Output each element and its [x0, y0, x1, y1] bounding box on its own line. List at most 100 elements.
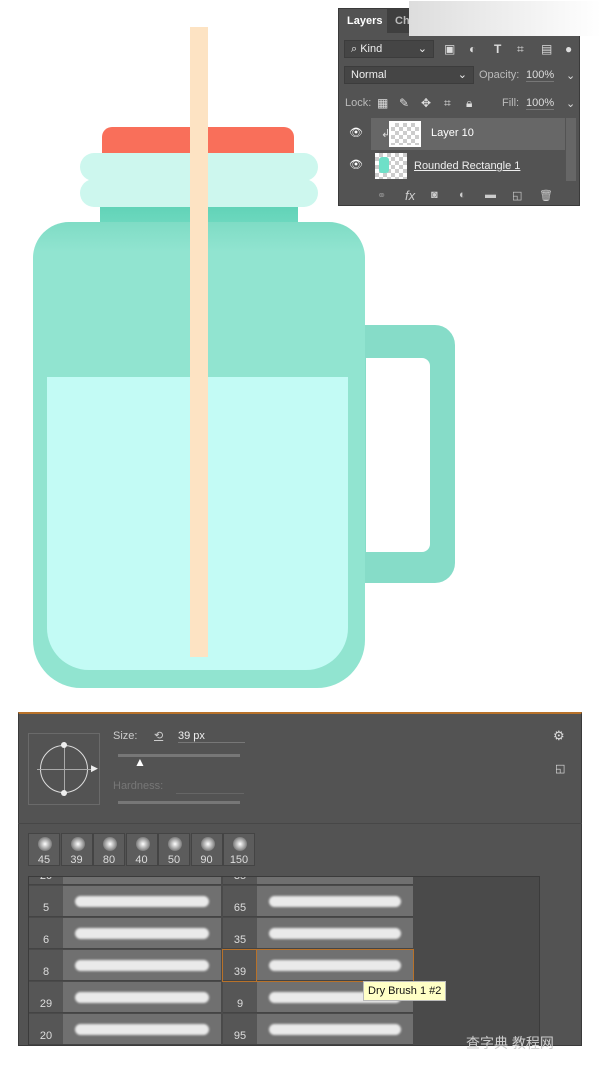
angle-arrow-icon[interactable]: ▶ [91, 763, 98, 774]
brush-preset-item[interactable] [257, 886, 413, 917]
gear-icon[interactable]: ⚙︎ [553, 728, 565, 744]
brush-size: 6 [42, 934, 50, 946]
brush-size-cell[interactable]: 35 [223, 876, 257, 885]
lock-transparent-icon[interactable]: ▦ [377, 96, 388, 110]
layer-row[interactable]: 👁︎ Rounded Rectangle 1 [339, 151, 565, 181]
brush-size: 50 [167, 854, 181, 866]
brush-preset-item[interactable] [256, 949, 414, 982]
visibility-eye-icon[interactable]: 👁︎ [349, 126, 363, 139]
size-slider-thumb[interactable]: ▲ [134, 755, 146, 769]
lock-artboard-icon[interactable]: ⌗ [444, 96, 451, 111]
hardness-slider[interactable] [118, 801, 240, 804]
fill-input[interactable]: 100% [526, 97, 555, 110]
recent-brush-swatch[interactable]: 45 [28, 833, 60, 866]
brush-size-cell[interactable]: 8 [29, 950, 63, 981]
opacity-label: Opacity: [479, 69, 520, 81]
smart-object-filter-icon[interactable]: ▤ [541, 42, 552, 56]
layer-thumbnail [375, 153, 407, 179]
new-preset-icon[interactable]: ◱ [555, 762, 565, 775]
size-label: Size: [113, 730, 138, 742]
lock-all-icon[interactable]: 🔒︎ [466, 96, 472, 111]
watermark: 查字典 教程网 [466, 1035, 554, 1051]
link-icon[interactable]: ⚭ [377, 189, 386, 202]
hardness-label: Hardness: [113, 780, 164, 792]
brush-stroke-preview [75, 896, 209, 907]
folder-icon[interactable]: ▬ [485, 189, 496, 201]
layer-name[interactable]: Layer 10 [431, 127, 474, 139]
mask-icon[interactable]: ◙ [431, 189, 438, 201]
brush-size: 45 [37, 854, 51, 866]
opacity-input[interactable]: 100% [526, 69, 555, 82]
divider [18, 823, 582, 824]
layers-scrollbar[interactable] [566, 118, 576, 181]
brush-stroke-preview [75, 1024, 209, 1035]
brush-preset-item[interactable] [63, 877, 221, 885]
brush-stroke-preview [75, 928, 209, 939]
mug-handle-hole [366, 358, 430, 552]
brush-size-cell[interactable]: 20 [29, 877, 63, 885]
fill-dropdown-icon[interactable]: ⌄ [566, 97, 575, 110]
brush-size: 65 [233, 902, 247, 914]
brush-size: 20 [39, 1030, 53, 1042]
brush-size: 150 [229, 854, 249, 866]
layer-row[interactable]: 👁︎ ↲ Layer 10 [339, 118, 565, 150]
brush-size: 8 [42, 966, 50, 978]
brush-preset-item[interactable] [63, 1014, 221, 1045]
visibility-eye-icon[interactable]: 👁︎ [349, 158, 363, 171]
new-layer-icon[interactable]: ◱ [512, 189, 522, 202]
brush-tip-preview[interactable] [28, 733, 100, 805]
lock-paint-icon[interactable]: ✎ [399, 96, 409, 110]
shape-filter-icon[interactable]: ⌗ [517, 42, 524, 57]
brush-size-cell[interactable]: 20 [29, 1014, 63, 1045]
reset-size-icon[interactable]: ⟲ [154, 729, 163, 742]
layer-name[interactable]: Rounded Rectangle 1 [414, 160, 520, 172]
size-input[interactable]: 39 px [178, 730, 245, 743]
brush-preset-item[interactable] [63, 950, 221, 981]
brush-size: 5 [42, 902, 50, 914]
overlay-gradient [409, 1, 600, 36]
brush-stroke-preview [269, 896, 401, 907]
brush-size-cell[interactable]: 35 [223, 918, 257, 949]
brush-size-cell[interactable]: 9 [223, 982, 257, 1013]
trash-icon[interactable]: 🗑︎ [539, 189, 553, 202]
brush-size-cell[interactable]: 29 [29, 982, 63, 1013]
brush-size-cell[interactable]: 95 [223, 1014, 257, 1045]
brush-preset-item[interactable] [63, 918, 221, 949]
recent-brush-swatch[interactable]: 40 [125, 833, 158, 866]
brush-preset-item[interactable] [257, 1014, 413, 1045]
filter-kind-label: Kind [360, 43, 383, 55]
brush-tooltip: Dry Brush 1 #2 [363, 981, 447, 1001]
brush-list: 20 35 5 65 6 35 8 39 29 9 20 95 [28, 876, 540, 1046]
filter-kind-select[interactable]: ⌕ Kind ⌄ [344, 40, 434, 58]
hardness-input[interactable] [176, 793, 244, 794]
adjustment-icon[interactable]: ◐ [459, 189, 466, 201]
brush-preset-item[interactable] [63, 982, 221, 1013]
recent-brush-swatch[interactable]: 50 [158, 833, 190, 866]
brush-size-cell[interactable]: 39 [222, 949, 258, 982]
brush-size-cell[interactable]: 65 [223, 886, 257, 917]
recent-brush-swatch[interactable]: 39 [60, 833, 93, 866]
brush-size-cell[interactable]: 6 [29, 918, 63, 949]
recent-brush-swatch[interactable]: 150 [223, 833, 255, 866]
fill-label: Fill: [502, 97, 520, 109]
blend-mode-select[interactable]: Normal ⌄ [344, 66, 474, 84]
recent-brush-swatch[interactable]: 90 [190, 833, 223, 866]
recent-brush-swatch[interactable]: 80 [93, 833, 125, 866]
brush-preset-item[interactable] [257, 877, 413, 885]
image-filter-icon[interactable]: ▣ [444, 42, 455, 56]
brush-size: 35 [233, 876, 247, 882]
brush-size: 29 [39, 998, 53, 1010]
type-filter-icon[interactable]: T [494, 42, 501, 56]
adjustment-filter-icon[interactable]: ◐ [469, 42, 476, 56]
brush-preset-item[interactable] [257, 918, 413, 949]
brush-size: 40 [135, 854, 148, 866]
brush-size: 39 [233, 966, 247, 978]
brush-preset-item[interactable] [63, 886, 221, 917]
opacity-dropdown-icon[interactable]: ⌄ [566, 69, 575, 82]
brush-size-cell[interactable]: 5 [29, 886, 63, 917]
fx-icon[interactable]: fx [405, 188, 415, 203]
lock-position-icon[interactable]: ✥ [421, 96, 431, 110]
filter-toggle-icon[interactable]: ● [565, 42, 572, 56]
tab-layers[interactable]: Layers [339, 9, 391, 33]
brush-stroke-preview [269, 1024, 401, 1035]
